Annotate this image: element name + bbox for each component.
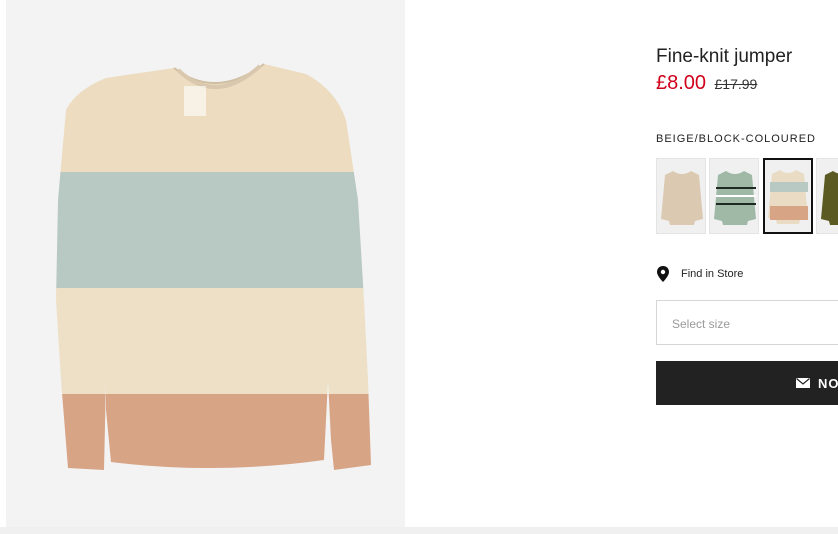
swatch-khaki-image	[821, 171, 838, 225]
original-price: £17.99	[714, 76, 758, 92]
swatch-beige-block-coloured[interactable]	[763, 158, 813, 234]
swatch-green-striped-image	[714, 171, 756, 225]
notify-me-button[interactable]: NO	[656, 361, 838, 405]
envelope-icon	[796, 378, 810, 388]
jumper-illustration	[56, 63, 371, 470]
colour-swatches	[656, 158, 838, 236]
notify-label: NO	[818, 376, 838, 391]
product-title: Fine-knit jumper	[656, 46, 793, 67]
swatch-khaki-green[interactable]	[816, 158, 838, 234]
find-in-store-label: Find in Store	[681, 268, 744, 280]
colour-name: BEIGE/BLOCK-COLOURED	[656, 133, 816, 145]
size-placeholder: Select size	[672, 317, 731, 331]
swatch-block-image	[768, 170, 808, 224]
price-row: £8.00 £17.99	[656, 72, 757, 95]
product-image[interactable]	[6, 0, 405, 527]
location-pin-icon	[657, 266, 669, 282]
swatch-beige-image	[661, 171, 703, 225]
size-select[interactable]: Select size	[656, 300, 838, 345]
page-bottom-bar	[0, 527, 838, 534]
swatch-green-striped[interactable]	[709, 158, 759, 234]
current-price: £8.00	[656, 72, 707, 94]
swatch-beige[interactable]	[656, 158, 706, 234]
